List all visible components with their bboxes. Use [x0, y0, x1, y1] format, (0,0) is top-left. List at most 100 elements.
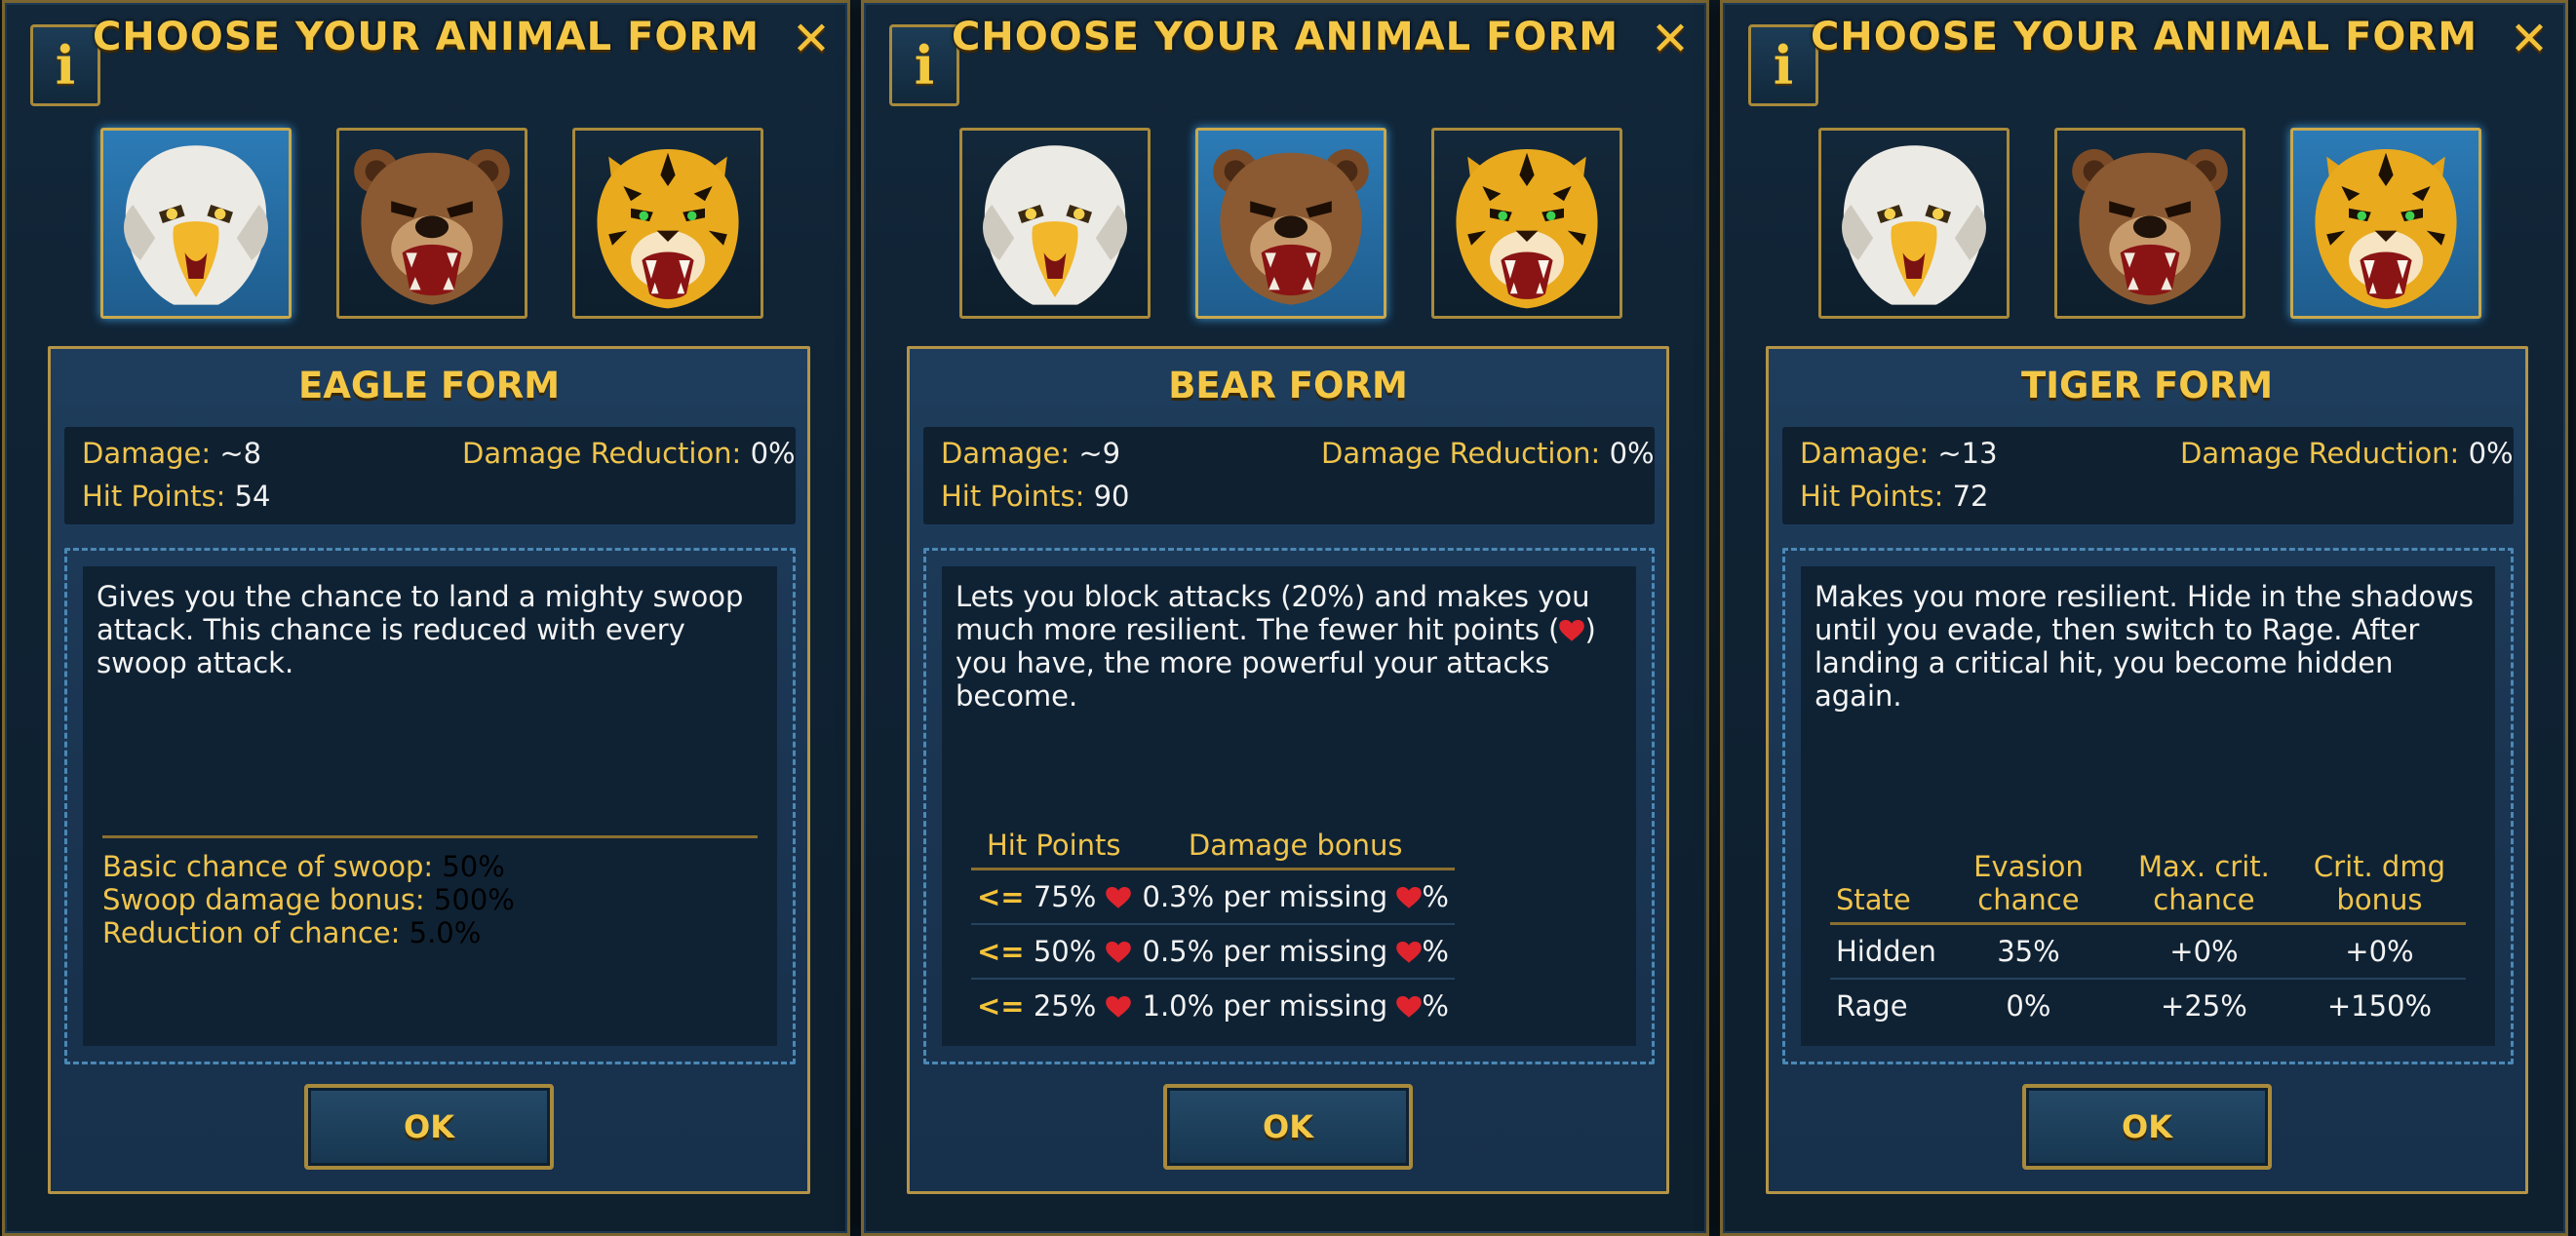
table-row: Hidden 35% +0% +0% — [1830, 923, 2466, 980]
bear-icon — [1198, 131, 1384, 316]
bear-form-option[interactable] — [336, 128, 527, 319]
damage-value: ~8 — [219, 437, 262, 470]
tiger-form-option[interactable] — [2290, 128, 2481, 319]
game-screen: i CHOOSE YOUR ANIMAL FORM ✕ EAGLE FORM D… — [0, 0, 2576, 1236]
ok-button[interactable]: OK — [304, 1084, 554, 1170]
description-box: Lets you block attacks (20%) and makes y… — [942, 566, 1636, 1046]
eagle-form-option[interactable] — [1818, 128, 2010, 319]
tiger-icon — [2293, 131, 2478, 316]
damage-value: ~9 — [1078, 437, 1121, 470]
form-details-card: BEAR FORM Damage: ~9 Damage Reduction: 0… — [907, 346, 1669, 1194]
damage-stat: Damage: ~13 — [1800, 437, 1998, 470]
dialog-title: CHOOSE YOUR ANIMAL FORM — [1810, 15, 2478, 59]
hit-points-label: Hit Points: — [1800, 480, 1944, 513]
bear-icon — [339, 131, 525, 316]
eagle-form-option[interactable] — [959, 128, 1151, 319]
table-header-row: State Evasion chance Max. crit. chance C… — [1830, 844, 2466, 925]
form-selector — [1818, 128, 2481, 319]
damage-bonus-header: Damage bonus — [1136, 823, 1455, 870]
max-crit-chance-header: Max. crit. chance — [2114, 844, 2293, 925]
state-header: State — [1830, 844, 1942, 925]
heart-icon — [1396, 996, 1422, 1019]
tiger-form-option[interactable] — [572, 128, 763, 319]
animal-form-dialog-bear: i CHOOSE YOUR ANIMAL FORM ✕ BEAR FORM Da… — [861, 0, 1709, 1236]
damage-stat: Damage: ~8 — [82, 437, 261, 470]
dialog-title: CHOOSE YOUR ANIMAL FORM — [951, 15, 1620, 59]
arrow-icon: <= — [977, 989, 1025, 1023]
table-row: <= 50% 0.5% per missing % — [971, 924, 1455, 980]
description-text: Gives you the chance to land a mighty sw… — [97, 580, 744, 679]
description-frame: Lets you block attacks (20%) and makes y… — [923, 548, 1655, 1064]
close-icon: ✕ — [1650, 12, 1691, 66]
table-row: <= 25% 1.0% per missing % — [977, 989, 1449, 1023]
stats-box: Damage: ~8 Damage Reduction: 0% Hit Poin… — [64, 427, 796, 524]
table-row: <= 75% 0.3% per missing % — [971, 869, 1455, 925]
close-button[interactable]: ✕ — [2507, 16, 2552, 62]
hit-points-value: 72 — [1952, 480, 1989, 513]
hit-points-stat: Hit Points: 72 — [1800, 480, 1988, 513]
damage-reduction-label: Damage Reduction: — [2180, 437, 2460, 470]
animal-form-dialog-tiger: i CHOOSE YOUR ANIMAL FORM ✕ TIGER FORM D… — [1720, 0, 2568, 1236]
damage-reduction-stat: Damage Reduction: 0% — [462, 437, 796, 470]
eagle-icon — [103, 131, 289, 316]
arrow-icon: <= — [977, 880, 1025, 913]
dialog-title: CHOOSE YOUR ANIMAL FORM — [92, 15, 761, 59]
damage-reduction-label: Damage Reduction: — [462, 437, 742, 470]
heart-icon — [1396, 887, 1422, 909]
hit-points-value: 90 — [1093, 480, 1130, 513]
hit-points-header: Hit Points — [971, 823, 1137, 870]
description-frame: Makes you more resilient. Hide in the sh… — [1782, 548, 2514, 1064]
description-text: Lets you block attacks (20%) and makes y… — [956, 580, 1596, 713]
eagle-icon — [1821, 131, 2007, 316]
table-row: Rage 0% +25% +150% — [1836, 989, 2433, 1023]
form-title: TIGER FORM — [2020, 365, 2274, 406]
heart-icon — [1559, 620, 1584, 642]
damage-reduction-value: 0% — [2468, 437, 2514, 470]
ok-button[interactable]: OK — [2022, 1084, 2272, 1170]
damage-reduction-value: 0% — [750, 437, 796, 470]
bear-form-option[interactable] — [1195, 128, 1386, 319]
hit-points-value: 54 — [234, 480, 271, 513]
close-button[interactable]: ✕ — [789, 16, 834, 62]
bear-form-option[interactable] — [2054, 128, 2245, 319]
damage-reduction-stat: Damage Reduction: 0% — [2180, 437, 2514, 470]
form-details-card: TIGER FORM Damage: ~13 Damage Reduction:… — [1766, 346, 2528, 1194]
swoop-stats: Basic chance of swoop: 50% Swoop damage … — [102, 835, 758, 949]
form-title: BEAR FORM — [1168, 365, 1408, 406]
damage-stat: Damage: ~9 — [941, 437, 1120, 470]
eagle-form-option[interactable] — [100, 128, 292, 319]
form-title: EAGLE FORM — [297, 365, 561, 406]
hit-points-label: Hit Points: — [82, 480, 226, 513]
form-selector — [959, 128, 1622, 319]
bear-bonus-table: Hit Points Damage bonus <= 75% 0.3% per … — [971, 823, 1455, 1032]
hit-points-label: Hit Points: — [941, 480, 1085, 513]
bear-icon — [2057, 131, 2243, 316]
stats-box: Damage: ~13 Damage Reduction: 0% Hit Poi… — [1782, 427, 2514, 524]
tiger-icon — [575, 131, 761, 316]
close-icon: ✕ — [2509, 12, 2550, 66]
swoop-basic-chance: Basic chance of swoop: 50% — [102, 850, 505, 883]
hit-points-stat: Hit Points: 90 — [941, 480, 1129, 513]
description-box: Gives you the chance to land a mighty sw… — [83, 566, 777, 1046]
damage-reduction-label: Damage Reduction: — [1321, 437, 1601, 470]
damage-reduction-value: 0% — [1609, 437, 1655, 470]
ok-button[interactable]: OK — [1163, 1084, 1413, 1170]
heart-icon — [1106, 887, 1131, 909]
eagle-icon — [962, 131, 1148, 316]
stats-box: Damage: ~9 Damage Reduction: 0% Hit Poin… — [923, 427, 1655, 524]
damage-reduction-stat: Damage Reduction: 0% — [1321, 437, 1655, 470]
damage-label: Damage: — [1800, 437, 1930, 470]
description-text: Makes you more resilient. Hide in the sh… — [1815, 580, 2475, 713]
crit-dmg-bonus-header: Crit. dmg bonus — [2292, 844, 2466, 925]
close-icon: ✕ — [791, 12, 832, 66]
tiger-icon — [1434, 131, 1620, 316]
tiger-state-table: State Evasion chance Max. crit. chance C… — [1830, 844, 2466, 1032]
close-button[interactable]: ✕ — [1648, 16, 1693, 62]
description-box: Makes you more resilient. Hide in the sh… — [1801, 566, 2495, 1046]
damage-label: Damage: — [82, 437, 212, 470]
form-details-card: EAGLE FORM Damage: ~8 Damage Reduction: … — [48, 346, 810, 1194]
damage-value: ~13 — [1937, 437, 1998, 470]
tiger-form-option[interactable] — [1431, 128, 1622, 319]
heart-icon — [1106, 942, 1131, 964]
evasion-chance-header: Evasion chance — [1941, 844, 2115, 925]
